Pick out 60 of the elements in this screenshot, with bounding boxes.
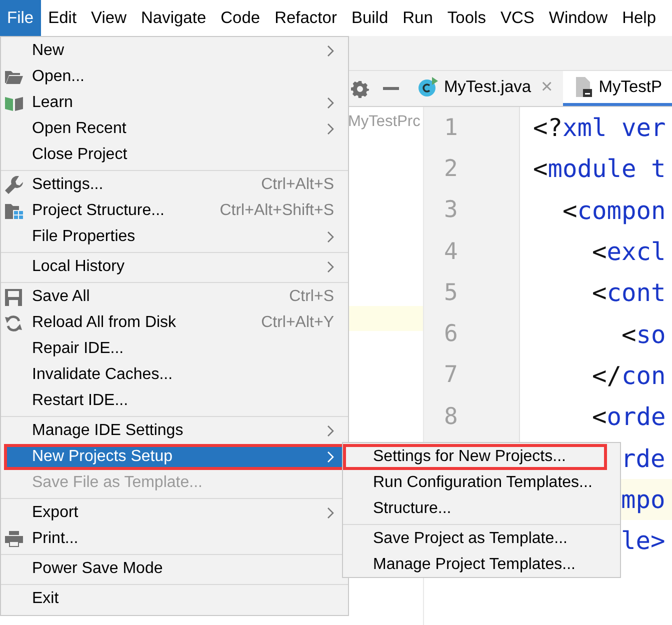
- menu-item[interactable]: Open Recent: [1, 116, 348, 142]
- code-line: <excl: [591, 237, 666, 266]
- menu-item[interactable]: Local History: [1, 254, 348, 280]
- code-line: <compon: [562, 196, 666, 225]
- menu-item[interactable]: Run Configuration Templates...: [343, 470, 620, 496]
- code-line: rde: [621, 444, 666, 473]
- menu-bar-item[interactable]: Build: [344, 0, 396, 36]
- editor-tab[interactable]: MyTestP: [562, 71, 672, 106]
- class-file-icon: [418, 77, 438, 97]
- structure-icon: [5, 203, 23, 219]
- menu-bar-item[interactable]: Run: [396, 0, 440, 36]
- editor-tab[interactable]: MyTest.java ×: [406, 71, 563, 106]
- minimize-icon[interactable]: [382, 87, 398, 90]
- menu-bar-item[interactable]: View: [84, 0, 134, 36]
- menu-item[interactable]: Reload All from Disk Ctrl+Alt+Y: [1, 310, 348, 336]
- menu-item[interactable]: Learn: [1, 90, 348, 116]
- reload-icon: [5, 314, 22, 332]
- code-line: le>: [621, 526, 666, 556]
- line-number: 6: [444, 321, 458, 348]
- menu-item[interactable]: Manage IDE Settings: [1, 418, 348, 444]
- menu-bar-item[interactable]: File: [0, 0, 41, 36]
- menu-item[interactable]: New: [1, 38, 348, 64]
- line-number: 1: [444, 114, 458, 141]
- menu-item[interactable]: Repair IDE...: [1, 336, 348, 362]
- menu-item[interactable]: Settings... Ctrl+Alt+S: [1, 172, 348, 198]
- line-number: 3: [444, 197, 458, 224]
- menu-bar-item[interactable]: Edit: [41, 0, 84, 36]
- line-number: 8: [444, 404, 458, 430]
- code-line: <orde: [591, 402, 666, 432]
- menu-item[interactable]: Invalidate Caches...: [1, 362, 348, 388]
- code-line: </con: [591, 360, 666, 390]
- menu-bar-item[interactable]: Navigate: [134, 0, 214, 36]
- file-icon: [574, 77, 593, 97]
- menu-bar-item[interactable]: Code: [214, 0, 268, 36]
- code-line: <so: [620, 320, 666, 349]
- wrench-icon: [5, 176, 23, 194]
- menu-bar-item[interactable]: Window: [542, 0, 615, 36]
- menu-bar-item[interactable]: Tools: [440, 0, 493, 36]
- line-number: 5: [444, 280, 458, 306]
- book-icon: [5, 95, 23, 111]
- code-line: <?xml ver: [533, 113, 666, 142]
- menu-item[interactable]: Save All Ctrl+S: [1, 284, 348, 310]
- line-number: 2: [444, 156, 458, 182]
- line-number: 4: [444, 238, 458, 265]
- menu-bar-item[interactable]: Refactor: [268, 0, 344, 36]
- menu-item[interactable]: Close Project: [1, 142, 348, 168]
- menu-item[interactable]: Restart IDE...: [1, 388, 348, 414]
- menu-item[interactable]: Open...: [1, 64, 348, 90]
- code-line: <module t: [533, 154, 666, 184]
- printer-icon: [5, 531, 23, 547]
- settings-icon[interactable]: [350, 80, 368, 98]
- menu-bar-item[interactable]: Help: [615, 0, 664, 36]
- code-line: <cont: [591, 278, 666, 308]
- menu-item[interactable]: File Properties: [1, 224, 348, 250]
- menu-item[interactable]: Exit: [1, 586, 348, 612]
- menu-bar-item[interactable]: VCS: [493, 0, 542, 36]
- code-line: mpo: [621, 484, 666, 514]
- line-number: 7: [444, 362, 458, 388]
- menu-item[interactable]: Project Structure... Ctrl+Alt+Shift+S: [1, 198, 348, 224]
- folder-icon: [5, 70, 23, 84]
